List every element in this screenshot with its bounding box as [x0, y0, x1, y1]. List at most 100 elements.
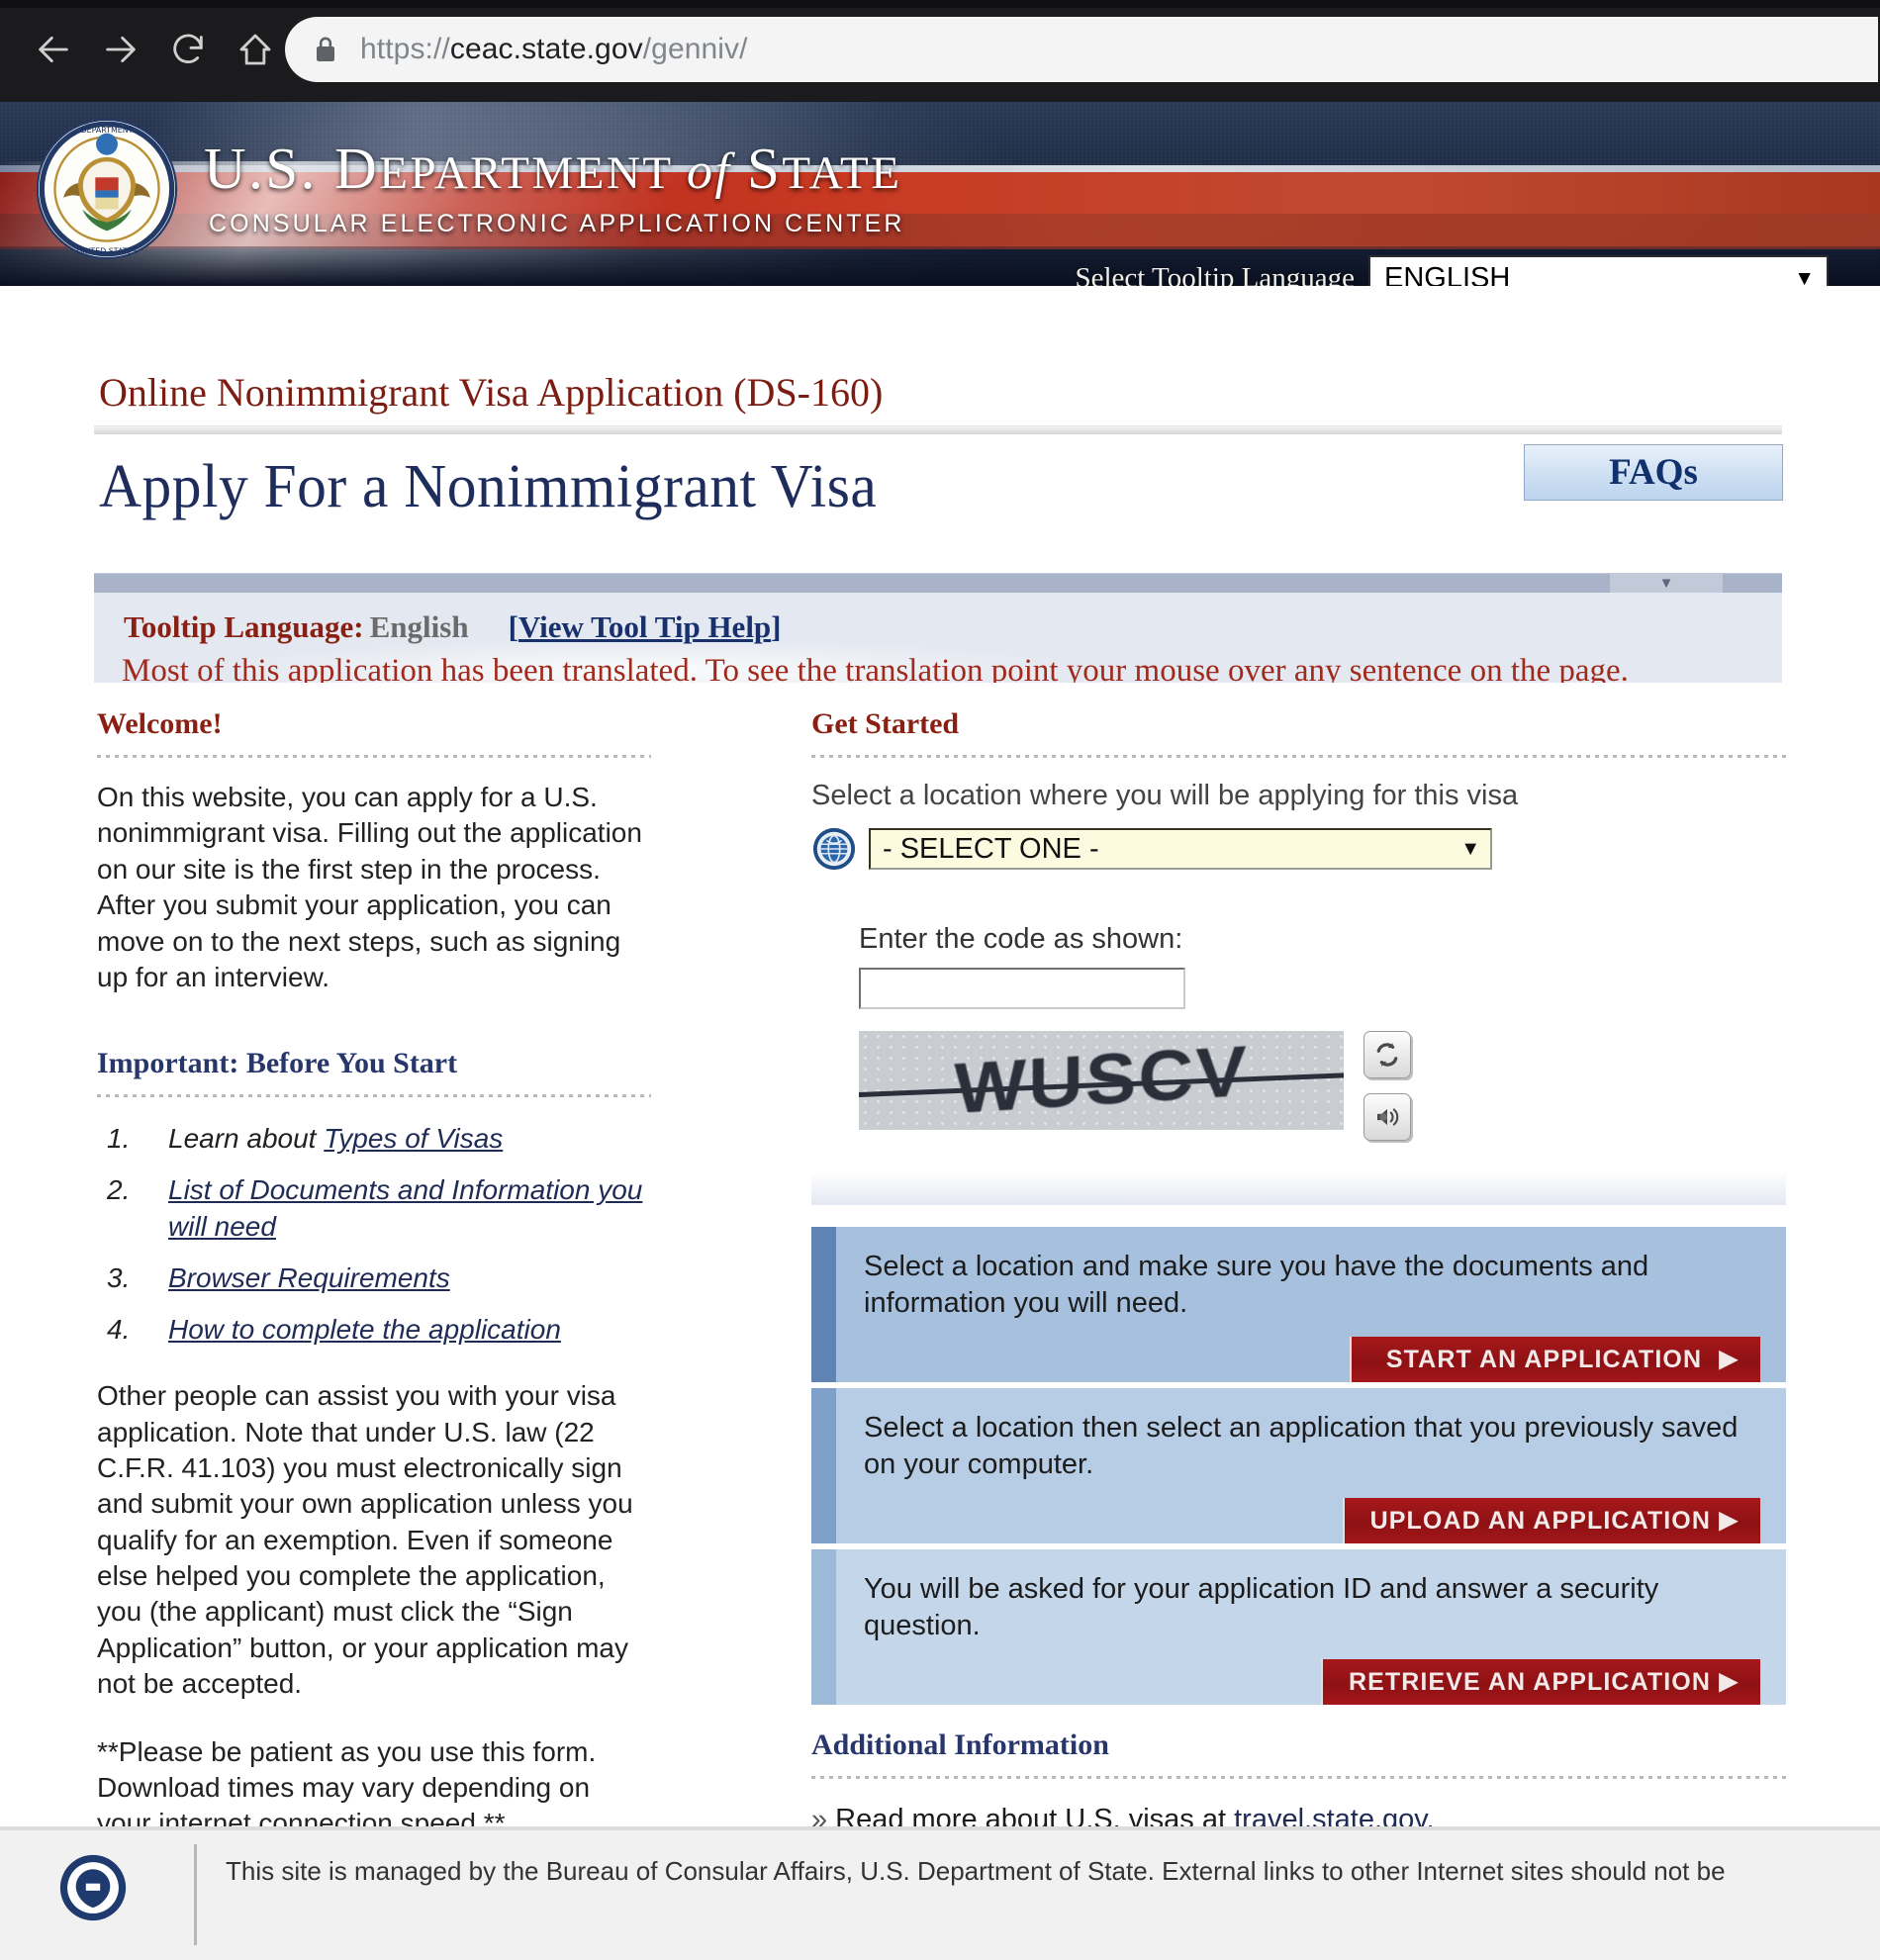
browser-requirements-link[interactable]: Browser Requirements — [168, 1262, 450, 1293]
upload-application-text: Select a location then select an applica… — [864, 1412, 1739, 1480]
list-item-number: 1. — [107, 1123, 131, 1155]
start-application-panel: Select a location and make sure you have… — [811, 1227, 1786, 1383]
home-icon — [239, 34, 271, 65]
site-title-d: D — [334, 136, 380, 201]
tooltip-banner-header: ▼ — [94, 574, 1782, 593]
footer-text: This site is managed by the Bureau of Co… — [226, 1856, 1726, 1886]
back-arrow-icon — [39, 36, 68, 63]
location-select[interactable]: - SELECT ONE - ▼ — [869, 828, 1492, 870]
page-app-title: Online Nonimmigrant Visa Application (DS… — [99, 370, 884, 415]
footer-vertical-divider — [194, 1844, 197, 1945]
welcome-divider — [97, 755, 651, 758]
panel-accent-bar — [811, 1549, 836, 1706]
welcome-column: Welcome! On this website, you can apply … — [97, 707, 651, 1842]
additional-information-divider — [811, 1776, 1786, 1780]
captcha-code-input[interactable] — [859, 968, 1185, 1009]
view-tooltip-help-text: View Tool Tip Help — [517, 609, 772, 644]
start-application-text: Select a location and make sure you have… — [864, 1251, 1649, 1319]
tooltip-language-select[interactable]: ENGLISH ▼ — [1368, 255, 1829, 286]
location-select-row: - SELECT ONE - ▼ — [811, 826, 1786, 872]
types-of-visas-link[interactable]: Types of Visas — [324, 1123, 503, 1154]
tooltip-language-row-label: Tooltip Language: — [124, 609, 364, 644]
reload-button[interactable] — [154, 14, 222, 85]
bracket-open: [ — [508, 609, 518, 644]
tooltip-language-selector-group: Select Tooltip Language ENGLISH ▼ — [1075, 255, 1829, 286]
browser-chrome: https://ceac.state.gov/genniv/ — [0, 0, 1880, 102]
site-title-s: S — [747, 136, 783, 201]
get-started-heading: Get Started — [811, 707, 960, 740]
list-item-number: 4. — [107, 1314, 131, 1346]
lock-icon — [315, 36, 336, 63]
retrieve-application-panel: You will be asked for your application I… — [811, 1549, 1786, 1706]
forward-button[interactable] — [87, 14, 154, 85]
site-subtitle: CONSULAR ELECTRONIC APPLICATION CENTER — [209, 210, 905, 237]
start-an-application-label: START AN APPLICATION — [1385, 1345, 1703, 1373]
start-an-application-button[interactable]: START AN APPLICATION ▶ — [1350, 1337, 1760, 1383]
list-item-content: How to complete the application — [168, 1312, 561, 1349]
list-item-number: 2. — [107, 1174, 131, 1206]
back-button[interactable] — [20, 14, 87, 85]
bracket-close: ] — [771, 609, 782, 644]
panel-accent-bar — [811, 1227, 836, 1383]
page-footer: This site is managed by the Bureau of Co… — [0, 1830, 1880, 1960]
chevron-down-icon: ▼ — [1460, 838, 1480, 860]
globe-icon — [811, 826, 857, 872]
upload-an-application-label: UPLOAD AN APPLICATION — [1369, 1506, 1711, 1535]
panel-button-row: START AN APPLICATION ▶ — [864, 1337, 1760, 1383]
reload-icon — [173, 34, 203, 63]
tooltip-language-label: Select Tooltip Language — [1075, 261, 1355, 287]
before-you-start-divider — [97, 1094, 651, 1098]
site-banner: DEPARTMENT UNITED STATES U.S. DEPARTMENT… — [0, 102, 1880, 286]
before-you-start-heading: Important: Before You Start — [97, 1047, 458, 1080]
tooltip-language-row-value: English — [369, 609, 469, 644]
panel-body: You will be asked for your application I… — [836, 1549, 1786, 1706]
retrieve-application-text: You will be asked for your application I… — [864, 1573, 1659, 1641]
tooltip-translation-notice: Most of this application has been transl… — [122, 653, 1629, 683]
list-item: 4. How to complete the application — [107, 1312, 651, 1349]
forward-arrow-icon — [106, 36, 136, 63]
upload-application-panel: Select a location then select an applica… — [811, 1388, 1786, 1544]
audio-captcha-button[interactable] — [1363, 1093, 1411, 1141]
page-title: Apply For a Nonimmigrant Visa — [99, 453, 878, 520]
home-button[interactable] — [222, 14, 289, 85]
retrieve-an-application-button[interactable]: RETRIEVE AN APPLICATION ▶ — [1320, 1659, 1760, 1706]
site-title-epartment: EPARTMENT — [379, 147, 688, 199]
faqs-button[interactable]: FAQs — [1524, 444, 1783, 501]
how-to-complete-link[interactable]: How to complete the application — [168, 1314, 561, 1345]
tooltip-language-banner: ▼ Tooltip Language: English [View Tool Tip… — [94, 573, 1782, 683]
tooltip-banner-collapse-button[interactable]: ▼ — [1610, 574, 1723, 593]
panel-accent-bar — [811, 1388, 836, 1544]
assistance-paragraph: Other people can assist you with your vi… — [97, 1380, 633, 1700]
site-title-tate: TATE — [782, 147, 902, 199]
additional-information-heading: Additional Information — [811, 1728, 1109, 1762]
view-tooltip-help-link[interactable]: [View Tool Tip Help] — [509, 609, 782, 644]
svg-text:DEPARTMENT: DEPARTMENT — [81, 126, 134, 135]
panel-body: Select a location and make sure you have… — [836, 1227, 1786, 1383]
list-item-content: Learn about Types of Visas — [168, 1121, 503, 1158]
url-scheme: https:// — [360, 33, 450, 65]
browser-nav-buttons — [20, 14, 289, 85]
action-panels: Select a location and make sure you have… — [811, 1227, 1786, 1706]
captcha-buttons — [1363, 1031, 1411, 1156]
tooltip-language-row: Tooltip Language: English [View Tool Tip H… — [124, 609, 782, 645]
welcome-paragraph: On this website, you can apply for a U.S… — [97, 782, 642, 992]
chevron-right-icon: ▶ — [1719, 1346, 1739, 1373]
url-path: /genniv/ — [642, 33, 748, 65]
list-item: 1. Learn about Types of Visas — [107, 1121, 651, 1158]
captcha-row: WUSCV — [859, 1031, 1786, 1156]
address-bar[interactable]: https://ceac.state.gov/genniv/ — [285, 17, 1878, 82]
refresh-captcha-button[interactable] — [1363, 1031, 1411, 1078]
department-of-state-seal-small — [57, 1852, 129, 1923]
location-label: Select a location where you will be appl… — [811, 780, 1519, 811]
browser-titlebar-strip — [0, 0, 1880, 8]
site-title-us: U.S. — [204, 136, 335, 201]
upload-an-application-button[interactable]: UPLOAD AN APPLICATION ▶ — [1342, 1498, 1760, 1544]
list-item-number: 3. — [107, 1262, 131, 1294]
chevron-down-icon: ▼ — [1794, 266, 1815, 287]
refresh-icon — [1376, 1043, 1398, 1067]
captcha-code-label: Enter the code as shown: — [859, 923, 1183, 955]
site-title: U.S. DEPARTMENT of STATE CONSULAR ELECTR… — [204, 140, 905, 238]
panel-button-row: UPLOAD AN APPLICATION ▶ — [864, 1498, 1760, 1544]
list-of-documents-link[interactable]: List of Documents and Information you wi… — [168, 1174, 642, 1242]
list-item-content: Browser Requirements — [168, 1260, 450, 1297]
